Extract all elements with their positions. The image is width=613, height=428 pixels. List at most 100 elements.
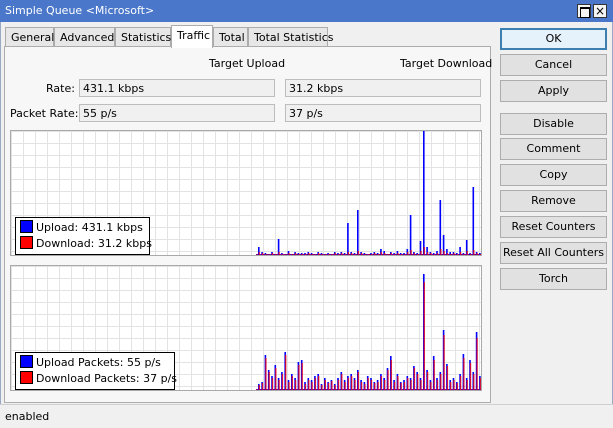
- packets-download-bar: [357, 372, 359, 390]
- packet-rate-download-field: 37 p/s: [285, 104, 481, 122]
- tab-general[interactable]: General: [5, 27, 54, 47]
- traffic-download-bar: [318, 253, 320, 255]
- tab-traffic[interactable]: Traffic: [171, 25, 213, 48]
- cancel-button[interactable]: Cancel: [500, 54, 607, 76]
- tab-statistics[interactable]: Statistics: [115, 27, 171, 47]
- packets-download-bar: [285, 355, 287, 390]
- torch-button[interactable]: Torch: [500, 268, 607, 290]
- traffic-upload-bar: [409, 215, 412, 255]
- packets-download-bar: [374, 383, 376, 390]
- traffic-download-bar: [275, 254, 277, 255]
- traffic-download-bar: [347, 252, 350, 255]
- rate-download-field: 31.2 kbps: [285, 79, 481, 97]
- legend-download: Download: 31.2 kbps: [36, 237, 152, 250]
- packets-download-bar: [278, 380, 280, 390]
- copy-button[interactable]: Copy: [500, 164, 607, 186]
- traffic-download-bar: [459, 252, 462, 255]
- packets-download-bar: [351, 376, 353, 390]
- apply-button[interactable]: Apply: [500, 80, 607, 102]
- traffic-graph-legend: Upload: 431.1 kbps Download: 31.2 kbps: [15, 217, 152, 255]
- traffic-download-bar: [265, 254, 267, 255]
- tab-advanced[interactable]: Advanced: [54, 27, 115, 47]
- packets-download-bar: [291, 376, 293, 390]
- reset-all-counters-button[interactable]: Reset All Counters: [500, 242, 607, 264]
- disable-button[interactable]: Disable: [500, 113, 607, 135]
- traffic-download-bar: [294, 253, 297, 255]
- traffic-download-bar: [304, 254, 307, 255]
- reset-counters-button[interactable]: Reset Counters: [500, 216, 607, 238]
- traffic-download-bar: [327, 254, 330, 255]
- packets-download-bar: [258, 385, 260, 390]
- packets-download-bar: [370, 380, 373, 390]
- traffic-download-bar: [271, 253, 274, 255]
- traffic-graph: Upload: 431.1 kbps Download: 31.2 kbps: [10, 130, 482, 256]
- traffic-download-bar: [397, 253, 399, 255]
- comment-button[interactable]: Comment: [500, 138, 607, 160]
- traffic-download-bar: [337, 254, 340, 255]
- maximize-icon[interactable]: [577, 4, 591, 18]
- legend-upload-packets: Upload Packets: 55 p/s: [36, 356, 161, 369]
- download-swatch: [20, 236, 33, 249]
- traffic-download-bar: [278, 252, 280, 255]
- traffic-download-bar: [476, 253, 478, 255]
- packets-download-bar: [364, 384, 366, 390]
- traffic-download-bar: [436, 253, 439, 255]
- close-icon[interactable]: ×: [593, 4, 607, 18]
- tab-total[interactable]: Total: [213, 27, 248, 47]
- packets-download-bar: [265, 358, 267, 390]
- traffic-download-bar: [479, 254, 481, 255]
- packets-download-bar: [440, 374, 442, 390]
- packets-download-bar: [354, 380, 356, 390]
- rate-label: Rate:: [46, 82, 75, 95]
- packets-download-bar: [420, 380, 422, 390]
- packets-download-bar: [456, 383, 458, 390]
- packets-download-bar: [331, 381, 333, 390]
- rate-upload-field: 431.1 kbps: [79, 79, 275, 97]
- packets-download-bar: [298, 365, 300, 390]
- packets-download-bar: [417, 374, 419, 390]
- traffic-download-bar: [446, 253, 449, 255]
- packets-download-bar: [463, 358, 465, 390]
- packets-download-bar: [450, 382, 452, 390]
- packets-download-bar: [288, 382, 290, 390]
- traffic-download-bar: [291, 254, 293, 255]
- packets-download-bar: [347, 378, 350, 390]
- traffic-download-bar: [393, 254, 396, 255]
- packets-download-bar: [271, 378, 274, 390]
- traffic-download-bar: [413, 253, 416, 255]
- legend-upload: Upload: 431.1 kbps: [36, 221, 143, 234]
- packets-download-bar: [377, 382, 379, 390]
- packets-download-bar: [308, 380, 310, 390]
- packets-download-bar: [318, 376, 320, 390]
- packets-download-bar: [261, 383, 264, 390]
- traffic-download-bar: [377, 254, 379, 255]
- status-text: enabled: [5, 410, 50, 423]
- packets-download-bar: [337, 380, 340, 390]
- traffic-download-bar: [357, 251, 359, 255]
- packets-download-bar: [327, 383, 330, 390]
- tab-total-statistics[interactable]: Total Statistics: [248, 27, 333, 47]
- traffic-upload-bar: [439, 200, 442, 255]
- packets-download-bar: [367, 378, 369, 390]
- packets-download-bar: [393, 382, 396, 390]
- traffic-download-bar: [440, 249, 442, 255]
- ok-button[interactable]: OK: [500, 28, 607, 50]
- packets-download-bar: [443, 335, 445, 390]
- remove-button[interactable]: Remove: [500, 190, 607, 212]
- traffic-download-bar: [466, 251, 468, 255]
- traffic-download-bar: [456, 254, 458, 255]
- traffic-download-bar: [258, 252, 260, 255]
- traffic-upload-bar: [357, 210, 359, 255]
- packets-download-bar: [344, 382, 346, 390]
- packets-download-bar: [334, 385, 336, 390]
- traffic-download-bar: [420, 251, 422, 255]
- packets-download-bar: [304, 384, 307, 390]
- traffic-upload-bar: [423, 131, 425, 255]
- traffic-download-bar: [473, 250, 475, 255]
- packets-download-bar: [324, 380, 326, 390]
- traffic-download-bar: [374, 253, 376, 255]
- packets-download-bar: [400, 383, 402, 390]
- traffic-upload-bar: [472, 187, 475, 255]
- traffic-download-bar: [334, 253, 336, 255]
- packets-download-bar: [294, 380, 297, 390]
